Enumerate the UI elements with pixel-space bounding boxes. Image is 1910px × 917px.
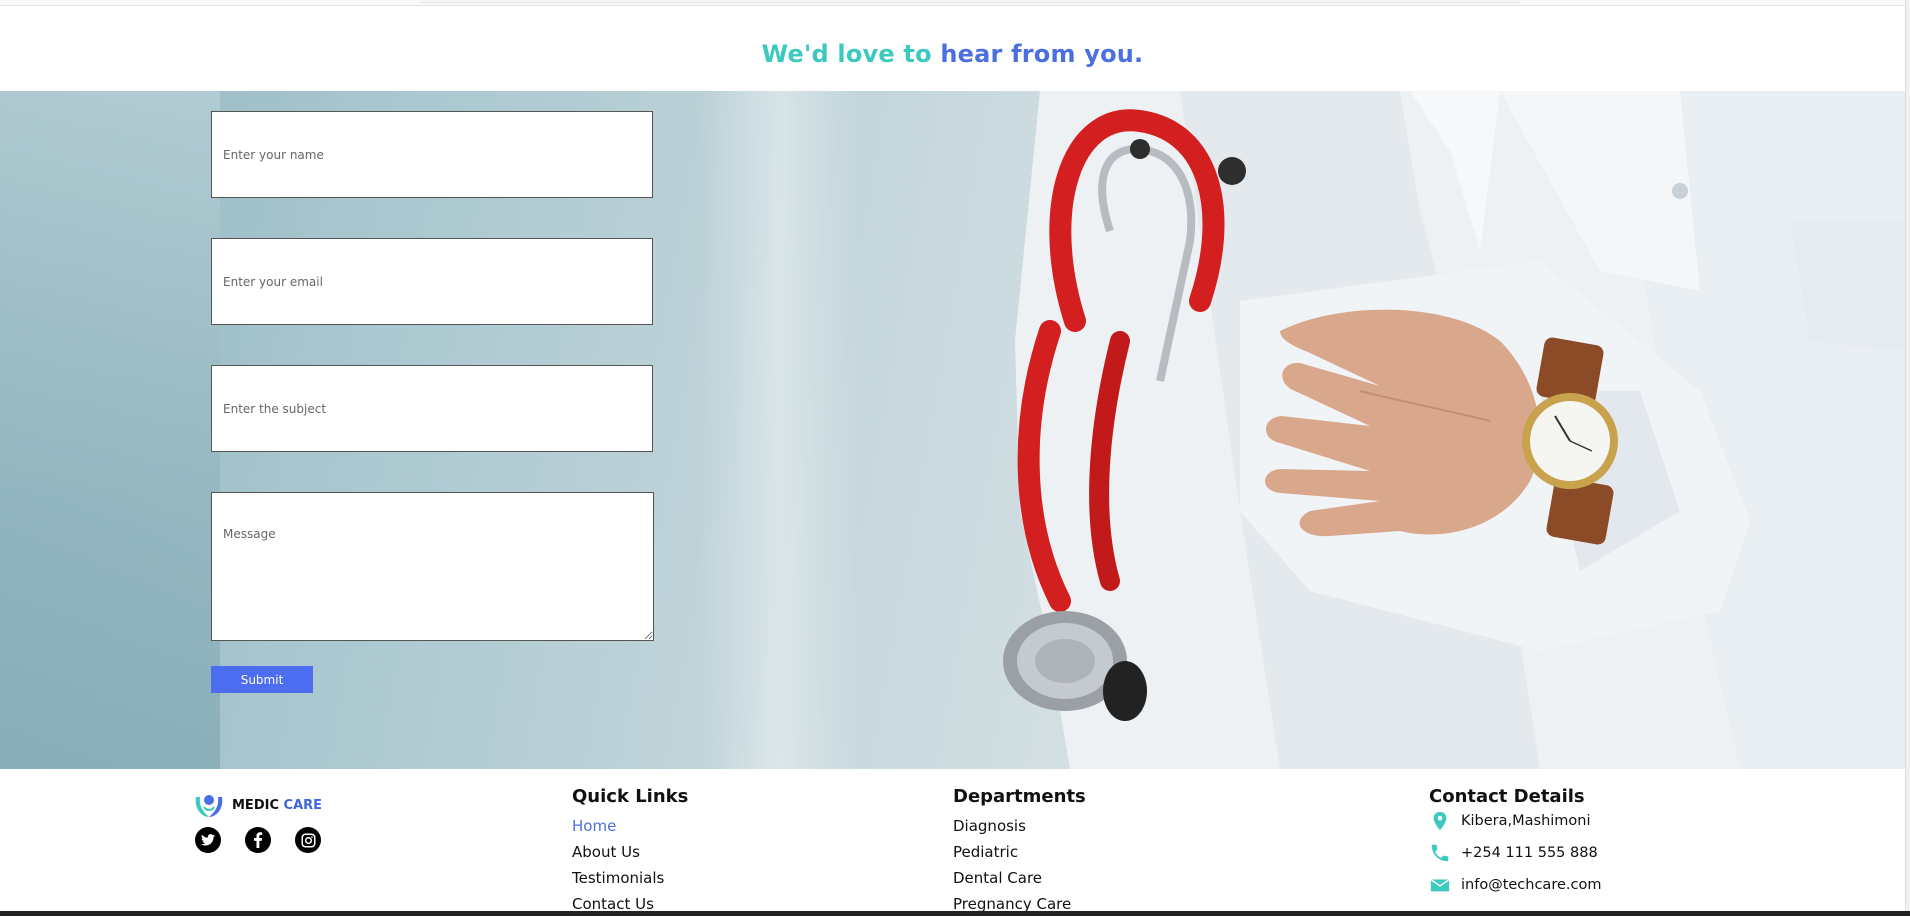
- quick-links-title: Quick Links: [572, 786, 689, 807]
- email-input[interactable]: [211, 238, 653, 325]
- bottom-edge-bar: [0, 911, 1910, 916]
- department-link-dental[interactable]: Dental Care: [953, 865, 1086, 891]
- heart-hands-logo-icon: [195, 795, 223, 817]
- brand-logo[interactable]: MEDIC CARE: [192, 791, 322, 819]
- brand-name-part-1: MEDIC: [232, 797, 279, 813]
- contact-address: Kibera,Mashimoni: [1429, 805, 1601, 837]
- brand-name: MEDIC CARE: [232, 798, 322, 813]
- department-link-diagnosis[interactable]: Diagnosis: [953, 813, 1086, 839]
- contact-phone[interactable]: +254 111 555 888: [1429, 837, 1601, 869]
- section-heading: We'd love to hear from you.: [0, 40, 1905, 68]
- quick-links-column: Quick Links Home About Us Testimonials C…: [572, 786, 688, 917]
- background-blur-left: [0, 91, 220, 769]
- site-footer: MEDIC CARE Quick Links Home About Us Tes…: [0, 769, 1905, 913]
- phone-icon: [1431, 844, 1449, 862]
- page-scrollbar[interactable]: [1905, 0, 1910, 911]
- departments-column: Departments Diagnosis Pediatric Dental C…: [953, 786, 1086, 917]
- browser-top-edge: [0, 0, 1905, 6]
- footer-link-about[interactable]: About Us: [572, 839, 688, 865]
- top-grip: [420, 0, 1520, 3]
- twitter-icon[interactable]: [195, 827, 221, 853]
- message-textarea[interactable]: [211, 492, 654, 641]
- submit-button[interactable]: Submit: [211, 666, 313, 693]
- social-links: [195, 827, 321, 853]
- contact-details-column: Contact Details Kibera,Mashimoni +254 11…: [1429, 786, 1601, 901]
- name-input[interactable]: [211, 111, 653, 198]
- heading-part-2: hear from you.: [940, 40, 1144, 68]
- contact-hero: Submit: [0, 91, 1905, 769]
- envelope-icon: [1430, 878, 1450, 892]
- contact-details-title: Contact Details: [1429, 786, 1585, 807]
- contact-email-text: info@techcare.com: [1461, 877, 1602, 893]
- brand-name-part-2: CARE: [283, 797, 323, 813]
- heading-part-1: We'd love to: [761, 40, 932, 68]
- instagram-icon[interactable]: [295, 827, 321, 853]
- facebook-icon[interactable]: [245, 827, 271, 853]
- department-link-pediatric[interactable]: Pediatric: [953, 839, 1086, 865]
- contact-address-text: Kibera,Mashimoni: [1461, 813, 1591, 829]
- doctor-with-stethoscope-image: [1003, 91, 1905, 769]
- contact-email[interactable]: info@techcare.com: [1429, 869, 1601, 901]
- location-pin-icon: [1433, 811, 1447, 831]
- background-blur-center: [700, 91, 860, 769]
- subject-input[interactable]: [211, 365, 653, 452]
- footer-link-testimonials[interactable]: Testimonials: [572, 865, 688, 891]
- contact-phone-text: +254 111 555 888: [1461, 845, 1598, 861]
- footer-link-home[interactable]: Home: [572, 813, 688, 839]
- departments-title: Departments: [953, 786, 1086, 807]
